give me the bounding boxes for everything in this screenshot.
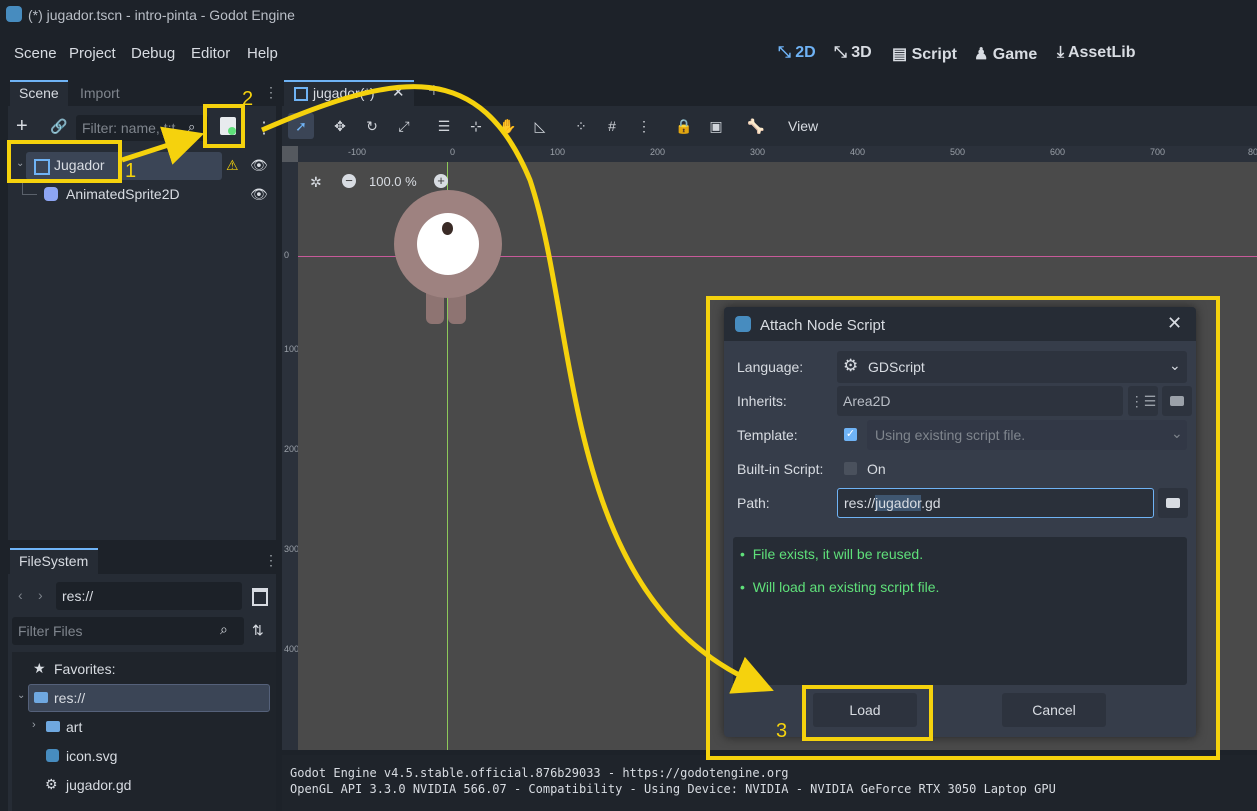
annotation-arrow-2-to-3 [261, 84, 774, 694]
annotation-arrow-1-to-2 [121, 126, 205, 165]
annotation-arrows [121, 84, 774, 694]
